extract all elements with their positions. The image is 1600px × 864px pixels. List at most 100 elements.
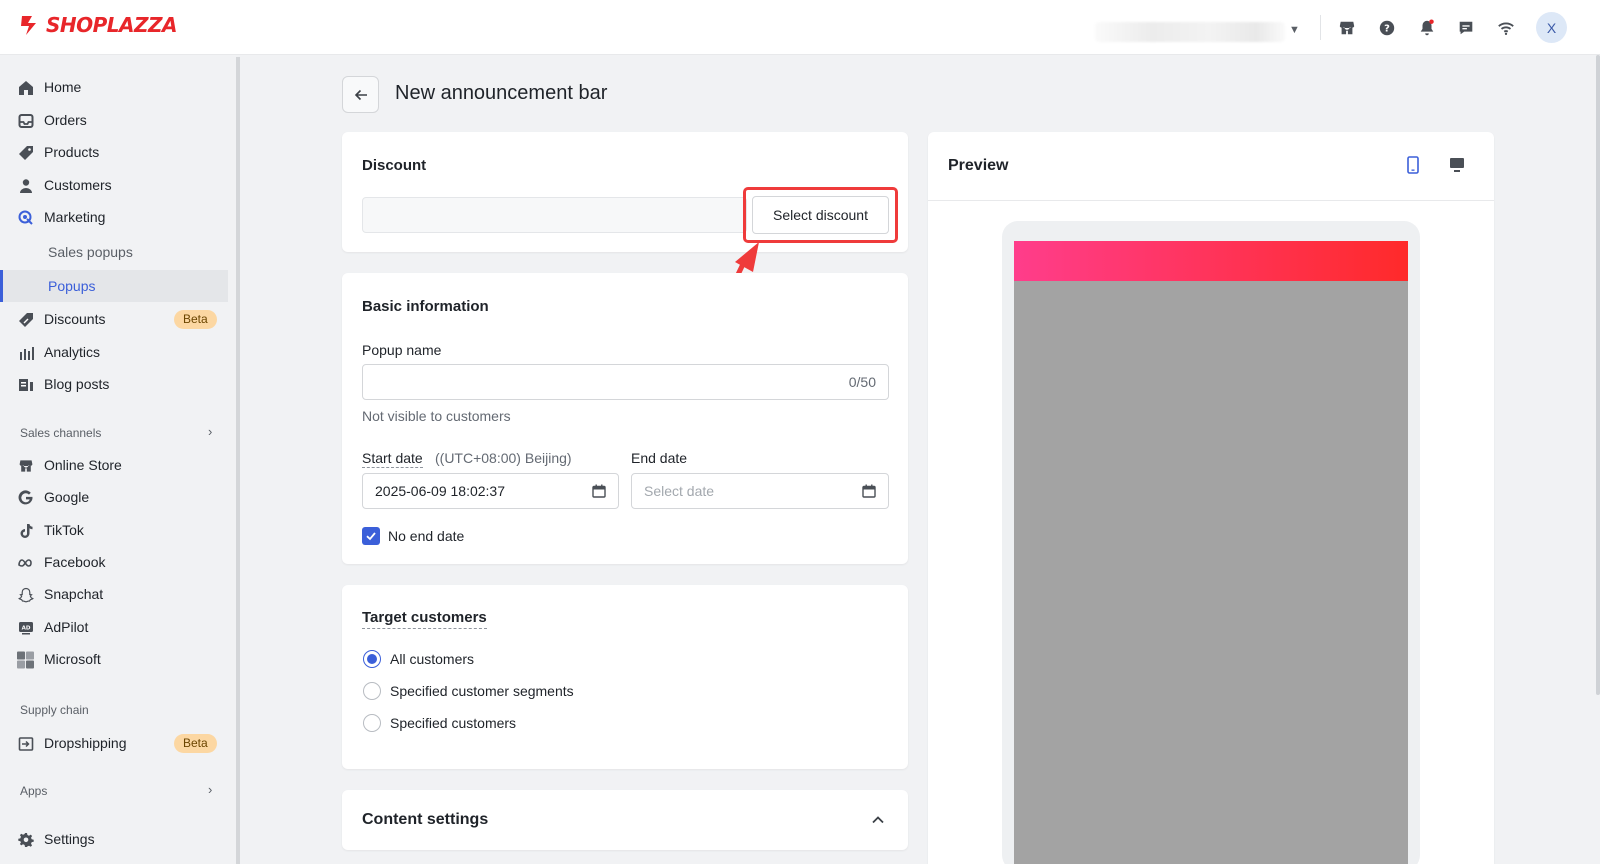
mobile-icon[interactable]	[1405, 156, 1421, 174]
sidebar-item-microsoft[interactable]: Microsoft	[0, 643, 228, 675]
chevron-up-icon[interactable]	[871, 813, 885, 827]
apps-label: Apps	[20, 784, 48, 798]
beta-badge: Beta	[174, 734, 217, 753]
checkbox-checked-icon	[362, 527, 380, 545]
radio-specified-customers[interactable]: Specified customers	[363, 714, 516, 732]
inbox-icon	[17, 112, 34, 129]
popup-name-label: Popup name	[362, 342, 442, 358]
supply-chain-label: Supply chain	[20, 703, 89, 717]
sidebar-item-popups[interactable]: Popups	[0, 270, 228, 302]
discount-icon	[17, 311, 34, 328]
sidebar-item-label: Marketing	[44, 209, 106, 225]
sidebar-item-settings[interactable]: Settings	[0, 823, 228, 855]
popup-name-counter: 0/50	[848, 374, 876, 390]
start-date-label: Start date	[362, 450, 423, 468]
desktop-icon[interactable]	[1448, 156, 1466, 174]
calendar-icon	[592, 484, 606, 498]
basic-info-card: Basic information Popup name 0/50 Not vi…	[342, 273, 908, 564]
sidebar-item-orders[interactable]: Orders	[0, 104, 228, 136]
sidebar-item-label: Settings	[44, 831, 95, 847]
sidebar-scrollbar[interactable]	[236, 57, 240, 864]
tiktok-icon	[17, 522, 34, 539]
sidebar-item-sales-popups[interactable]: Sales popups	[0, 236, 228, 268]
content-settings-title: Content settings	[362, 811, 489, 828]
sidebar-item-analytics[interactable]: Analytics	[0, 336, 228, 368]
storefront-icon[interactable]	[1336, 17, 1358, 39]
target-customers-card: Target customers	[342, 585, 908, 769]
discount-title: Discount	[362, 157, 427, 174]
sidebar-item-label: Analytics	[44, 344, 101, 360]
tag-icon	[17, 144, 34, 161]
sidebar-item-home[interactable]: Home	[0, 71, 228, 103]
sidebar-item-label: Online Store	[44, 457, 122, 473]
avatar[interactable]: X	[1536, 12, 1567, 43]
sidebar-item-label: Blog posts	[44, 376, 110, 392]
home-icon	[17, 79, 34, 96]
meta-icon	[17, 554, 34, 571]
sidebar-item-label: Microsoft	[44, 651, 101, 667]
start-date-value: 2025-06-09 18:02:37	[375, 483, 505, 499]
chat-icon[interactable]	[1455, 17, 1477, 39]
bar-chart-icon	[17, 344, 34, 361]
sidebar-item-label: Snapchat	[44, 586, 104, 602]
sidebar-item-label: Products	[44, 144, 100, 160]
sidebar-item-discounts[interactable]: Discounts Beta	[0, 303, 228, 335]
dropshipping-icon	[17, 735, 34, 752]
popup-name-input[interactable]: 0/50	[362, 364, 889, 400]
page-title: New announcement bar	[395, 82, 608, 104]
content-settings-card[interactable]: Content settings	[342, 790, 908, 850]
sidebar-item-label: Popups	[48, 278, 96, 294]
top-bar: SHOPLAZZA ▼ ? X	[0, 0, 1600, 55]
svg-text:?: ?	[1384, 24, 1390, 35]
sidebar-item-google[interactable]: Google	[0, 481, 228, 513]
basic-info-title: Basic information	[362, 298, 489, 315]
discount-field[interactable]	[362, 197, 747, 233]
help-icon[interactable]: ?	[1376, 17, 1398, 39]
sidebar-item-label: Customers	[44, 177, 112, 193]
shoplazza-logo-icon	[21, 16, 36, 35]
sidebar-item-adpilot[interactable]: AD AdPilot	[0, 611, 228, 643]
announcement-bar-preview	[1014, 241, 1408, 281]
sidebar-item-customers[interactable]: Customers	[0, 169, 228, 201]
sidebar-item-marketing[interactable]: Marketing	[0, 201, 228, 233]
no-end-date-checkbox[interactable]: No end date	[362, 527, 464, 545]
phone-frame	[1002, 221, 1420, 864]
sidebar-item-facebook[interactable]: Facebook	[0, 546, 228, 578]
sidebar-item-label: AdPilot	[44, 619, 89, 635]
bell-icon[interactable]	[1416, 17, 1438, 39]
store-selector[interactable]	[1095, 22, 1285, 42]
radio-all-customers[interactable]: All customers	[363, 650, 474, 668]
radio-label: Specified customer segments	[390, 683, 574, 699]
chevron-right-icon[interactable]: ›	[208, 424, 212, 439]
chevron-right-icon[interactable]: ›	[208, 782, 212, 797]
wifi-icon[interactable]	[1495, 17, 1517, 39]
adpilot-icon: AD	[17, 619, 34, 636]
sidebar-item-dropshipping[interactable]: Dropshipping Beta	[0, 727, 228, 759]
end-date-label: End date	[631, 450, 688, 466]
sidebar-item-label: Sales popups	[48, 244, 133, 260]
back-button[interactable]	[342, 76, 379, 113]
preview-title: Preview	[948, 157, 1009, 174]
radio-selected-icon	[363, 650, 381, 668]
sidebar-item-products[interactable]: Products	[0, 136, 228, 168]
sidebar-item-snapchat[interactable]: Snapchat	[0, 578, 228, 610]
snapchat-icon	[17, 586, 34, 603]
blog-icon	[17, 376, 34, 393]
sidebar-item-blog-posts[interactable]: Blog posts	[0, 368, 228, 400]
sidebar-item-label: Orders	[44, 112, 87, 128]
radio-label: Specified customers	[390, 715, 517, 731]
microsoft-icon	[17, 651, 34, 668]
sidebar-item-label: Home	[44, 79, 82, 95]
divider	[928, 200, 1494, 201]
shoplazza-logo[interactable]: SHOPLAZZA	[18, 13, 178, 37]
gear-icon	[17, 831, 34, 848]
sidebar-item-online-store[interactable]: Online Store	[0, 449, 228, 481]
page-scrollbar[interactable]	[1596, 55, 1600, 695]
end-date-input[interactable]: Select date	[631, 473, 889, 509]
sidebar-item-tiktok[interactable]: TikTok	[0, 514, 228, 546]
start-date-input[interactable]: 2025-06-09 18:02:37	[362, 473, 619, 509]
radio-customer-segments[interactable]: Specified customer segments	[363, 682, 574, 700]
page-preview-placeholder	[1014, 281, 1408, 864]
select-discount-button[interactable]: Select discount	[752, 196, 889, 234]
chevron-down-icon[interactable]: ▼	[1289, 24, 1300, 36]
